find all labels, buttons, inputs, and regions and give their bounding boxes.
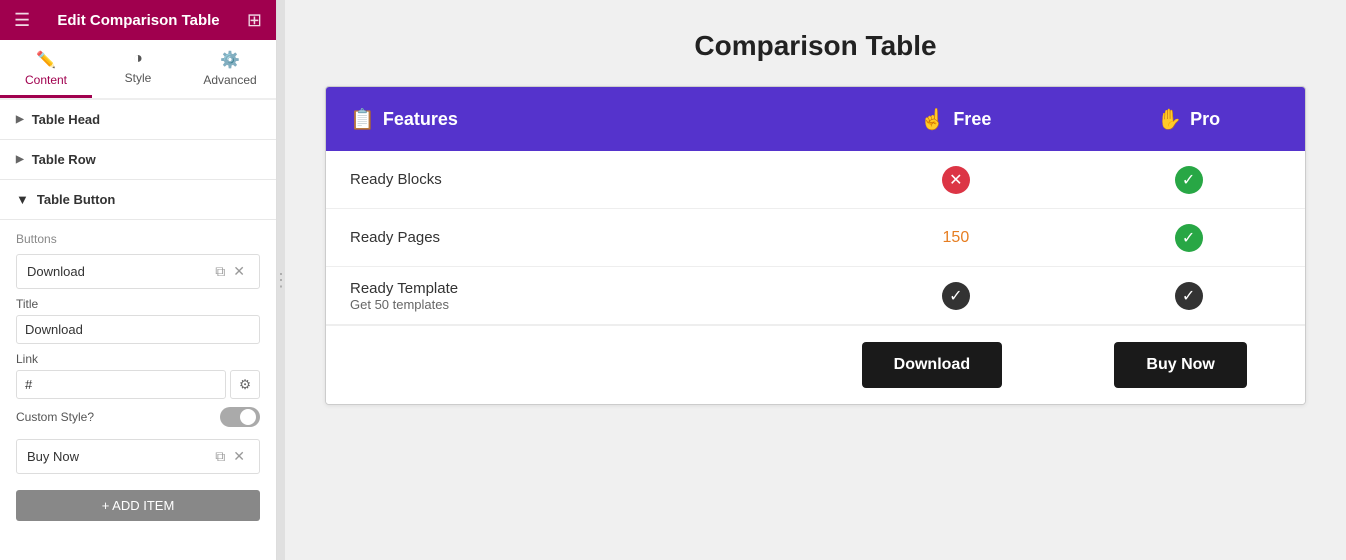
features-icon: 📋 (350, 107, 375, 132)
feature-ready-template-subtitle: Get 50 templates (350, 297, 816, 312)
features-label: Features (383, 109, 458, 130)
button-row-buy-now: Buy Now ⧉ ✕ (16, 439, 260, 474)
pro-col-label: Pro (1190, 109, 1220, 130)
top-bar: ☰ Edit Comparison Table ⊞ (0, 0, 276, 40)
content-tab-icon: ✏️ (36, 50, 56, 70)
section-table-button: ▼ Table Button Buttons Download ⧉ ✕ Titl… (0, 180, 276, 533)
custom-style-row: Custom Style? NO (16, 407, 260, 427)
button-row-download: Download ⧉ ✕ (16, 254, 260, 289)
x-red-icon: ✕ (942, 166, 970, 194)
cta-download-button[interactable]: Download (862, 342, 1002, 388)
table-btn-spacer (326, 326, 808, 404)
feature-ready-template: Ready Template Get 50 templates (326, 268, 840, 324)
check-green-icon-2: ✓ (1175, 224, 1203, 252)
section-table-row[interactable]: ▶ Table Row (0, 140, 276, 180)
table-row-ready-pages: Ready Pages 150 ✓ (326, 209, 1305, 267)
val-ready-template-pro: ✓ (1072, 282, 1305, 310)
table-row-label: Table Row (32, 152, 96, 167)
table-header-col-free: ☝ Free (840, 107, 1073, 132)
check-dark-icon: ✓ (942, 282, 970, 310)
copy-buy-now-button[interactable]: ⧉ (211, 446, 229, 467)
add-item-button[interactable]: + ADD ITEM (16, 490, 260, 521)
table-cta-row: Download Buy Now (326, 325, 1305, 404)
advanced-tab-icon: ⚙️ (220, 50, 240, 70)
table-button-header[interactable]: ▼ Table Button (0, 180, 276, 220)
table-row-arrow: ▶ (16, 154, 24, 165)
feature-ready-pages: Ready Pages (326, 217, 840, 258)
toggle-no-label: NO (241, 412, 255, 422)
custom-style-label: Custom Style? (16, 410, 94, 424)
delete-buy-now-button[interactable]: ✕ (229, 446, 249, 467)
link-row: ⚙ (16, 370, 260, 399)
tab-advanced[interactable]: ⚙️ Advanced (184, 40, 276, 98)
tab-advanced-label: Advanced (203, 73, 256, 87)
val-ready-template-free: ✓ (840, 282, 1073, 310)
panel-title: Edit Comparison Table (57, 12, 219, 29)
feature-ready-template-label: Ready Template (350, 280, 816, 297)
table-row-ready-blocks: Ready Blocks ✕ ✓ (326, 151, 1305, 209)
table-header-col-pro: ✋ Pro (1072, 107, 1305, 132)
feature-ready-blocks-label: Ready Blocks (350, 171, 442, 188)
table-button-arrow: ▼ (16, 192, 29, 207)
section-table-head[interactable]: ▶ Table Head (0, 100, 276, 140)
table-head-label: Table Head (32, 112, 100, 127)
custom-style-toggle[interactable]: NO (220, 407, 260, 427)
link-input[interactable] (16, 370, 226, 399)
val-number-150: 150 (943, 229, 970, 247)
table-row-ready-template: Ready Template Get 50 templates ✓ ✓ (326, 267, 1305, 325)
table-header-features: 📋 Features (326, 107, 840, 132)
hamburger-icon[interactable]: ☰ (14, 10, 30, 31)
table-head-arrow: ▶ (16, 114, 24, 125)
tab-style-label: Style (125, 71, 152, 85)
table-btn-cell-buynow: Buy Now (1056, 326, 1305, 404)
pro-col-icon: ✋ (1157, 107, 1182, 132)
link-field-group: Link ⚙ (16, 352, 260, 399)
resize-handle[interactable]: ⋮ (277, 0, 285, 560)
button-buy-now-label: Buy Now (27, 449, 211, 464)
val-ready-blocks-pro: ✓ (1072, 166, 1305, 194)
title-field-group: Title (16, 297, 260, 344)
grid-icon[interactable]: ⊞ (247, 10, 262, 31)
title-input[interactable] (16, 315, 260, 344)
tabs-row: ✏️ Content ◑ Style ⚙️ Advanced (0, 40, 276, 100)
free-col-label: Free (953, 109, 991, 130)
val-ready-pages-free: 150 (840, 229, 1073, 247)
cta-buynow-button[interactable]: Buy Now (1114, 342, 1246, 388)
buttons-label: Buttons (16, 232, 260, 246)
delete-download-button[interactable]: ✕ (229, 261, 249, 282)
check-dark-icon-2: ✓ (1175, 282, 1203, 310)
comparison-table: 📋 Features ☝ Free ✋ Pro Ready Blocks ✕ ✓ (325, 86, 1306, 405)
table-header-row: 📋 Features ☝ Free ✋ Pro (326, 87, 1305, 151)
val-ready-blocks-free: ✕ (840, 166, 1073, 194)
button-download-label: Download (27, 264, 211, 279)
title-label: Title (16, 297, 260, 311)
free-col-icon: ☝ (920, 107, 945, 132)
feature-ready-blocks: Ready Blocks (326, 159, 840, 200)
link-label: Link (16, 352, 260, 366)
feature-ready-pages-label: Ready Pages (350, 229, 440, 246)
check-green-icon: ✓ (1175, 166, 1203, 194)
table-button-body: Buttons Download ⧉ ✕ Title Link ⚙ (0, 220, 276, 533)
link-gear-button[interactable]: ⚙ (230, 370, 260, 399)
comparison-title: Comparison Table (694, 30, 936, 62)
tab-content-label: Content (25, 73, 67, 87)
val-ready-pages-pro: ✓ (1072, 224, 1305, 252)
table-button-label: Table Button (37, 192, 115, 207)
style-tab-icon: ◑ (133, 50, 143, 68)
copy-download-button[interactable]: ⧉ (211, 261, 229, 282)
tab-style[interactable]: ◑ Style (92, 40, 184, 98)
tab-content[interactable]: ✏️ Content (0, 40, 92, 98)
left-panel: ☰ Edit Comparison Table ⊞ ✏️ Content ◑ S… (0, 0, 277, 560)
table-btn-cell-download: Download (808, 326, 1057, 404)
right-panel: Comparison Table 📋 Features ☝ Free ✋ Pro… (285, 0, 1346, 560)
